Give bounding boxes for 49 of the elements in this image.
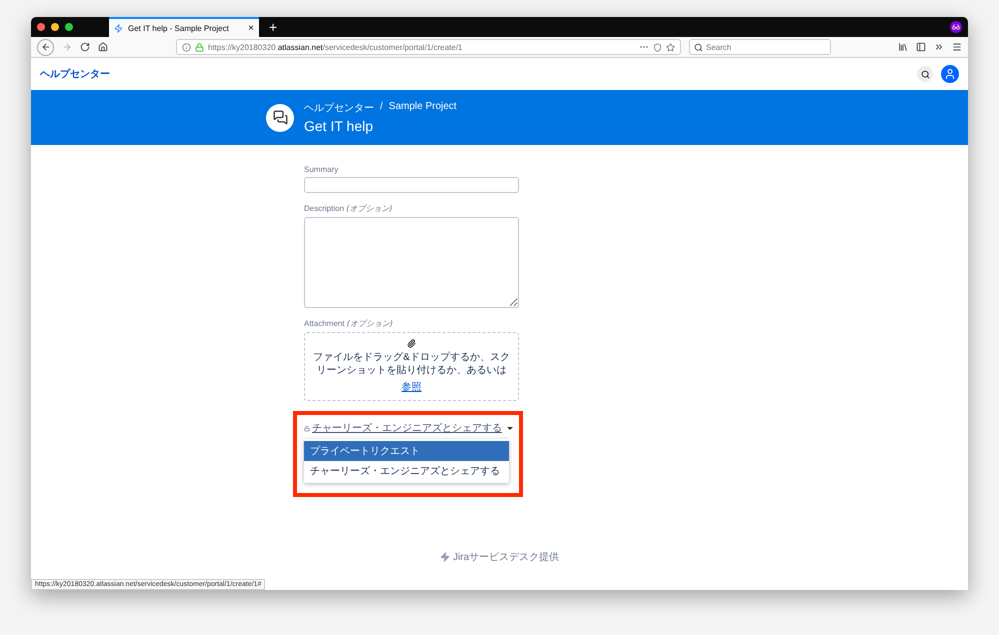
private-browsing-icon <box>950 21 962 33</box>
tab-title: Get IT help - Sample Project <box>128 24 230 32</box>
chat-bubbles-icon <box>266 104 294 132</box>
back-button[interactable] <box>37 38 54 56</box>
back-arrow-icon <box>40 42 50 52</box>
lightning-icon <box>440 552 450 562</box>
search-button[interactable] <box>917 66 933 82</box>
new-tab-button[interactable]: + <box>269 19 278 35</box>
menu-button[interactable] <box>952 42 962 52</box>
home-button[interactable] <box>98 42 108 52</box>
breadcrumb-separator: / <box>380 101 383 114</box>
close-window-button[interactable] <box>37 23 45 31</box>
field-label: Attachment (オプション) <box>304 318 394 329</box>
avatar-button[interactable] <box>941 65 959 83</box>
browser-tab[interactable]: Get IT help - Sample Project × <box>109 17 259 37</box>
breadcrumb-link[interactable]: Sample Project <box>388 101 457 115</box>
reload-button[interactable] <box>80 42 90 52</box>
attachment-dropzone[interactable]: ファイルをドラッグ&ドロップするか、スクリーンショットを貼り付けるか、あるいは 参照 <box>304 332 519 401</box>
summary-field[interactable] <box>304 177 519 193</box>
search-icon <box>694 43 703 52</box>
info-icon <box>182 42 191 52</box>
page-title: Get IT help <box>304 118 374 134</box>
logo-icon <box>114 24 123 32</box>
help-center-link[interactable]: ヘルプセンター <box>40 67 110 81</box>
menu-item[interactable]: チャーリーズ・エンジニアズとシェアする <box>304 461 509 481</box>
field-label: Description (オプション) <box>304 203 394 214</box>
overflow-button[interactable] <box>934 42 944 52</box>
zoom-window-button[interactable] <box>65 23 73 31</box>
description-field[interactable] <box>304 217 519 308</box>
star-icon <box>666 42 675 52</box>
field-label: Summary <box>304 165 340 174</box>
breadcrumb-link[interactable]: ヘルプセンター <box>304 101 374 115</box>
tab-close-button[interactable]: × <box>248 22 254 34</box>
sidebar-button[interactable] <box>916 42 926 52</box>
address-bar[interactable]: https://ky20180320.atlassian.net/servicedesk/customer/portal/1/create/1 <box>176 39 681 55</box>
footer-text: Jiraサービスデスク提供 <box>452 551 560 564</box>
person-icon <box>944 68 956 80</box>
minimize-window-button[interactable] <box>51 23 59 31</box>
search-icon <box>920 70 930 78</box>
search-field[interactable]: Search <box>689 39 831 55</box>
browse-link[interactable]: 参照 <box>402 380 422 394</box>
dropzone-prompt: ファイルをドラッグ&ドロップするか、スクリーンショットを貼り付けるか、あるいは <box>313 351 510 377</box>
lock-icon <box>195 42 204 52</box>
library-button[interactable] <box>898 42 908 52</box>
shield-icon <box>653 42 662 52</box>
sharing-dropdown[interactable]: チャーリーズ・エンジニアズとシェアする <box>304 421 513 435</box>
unlocked-padlock-icon <box>304 424 310 432</box>
paperclip-icon <box>407 339 416 348</box>
menu-item[interactable]: プライベートリクエスト <box>304 441 509 461</box>
